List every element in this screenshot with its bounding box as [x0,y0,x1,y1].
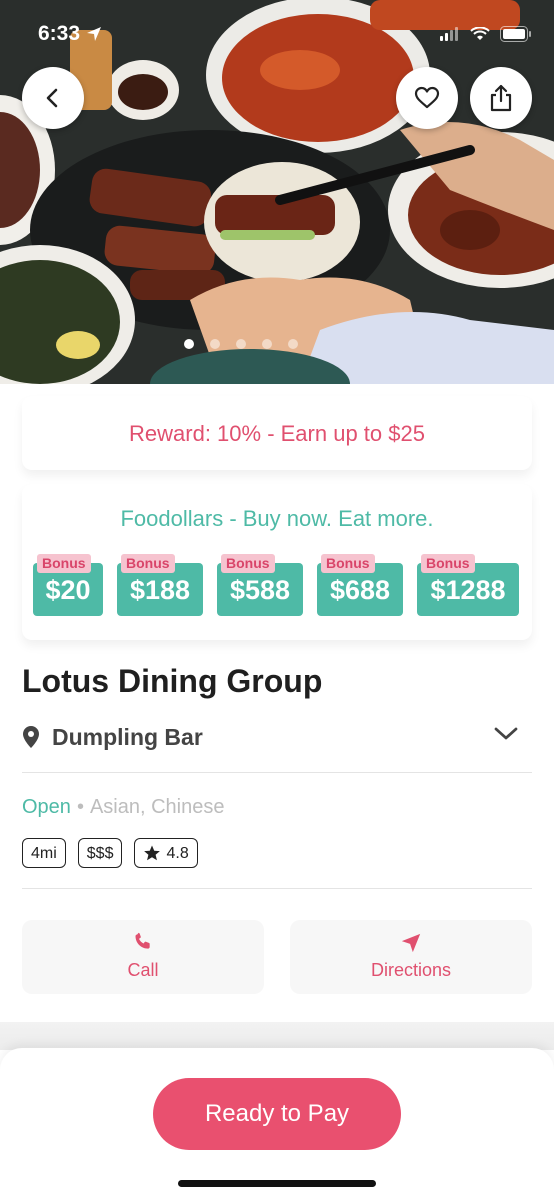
divider [22,888,532,889]
info-chips: 4mi $$$ 4.8 [22,838,198,868]
carousel-dot[interactable] [288,339,298,349]
cellular-signal-icon [440,27,458,41]
ready-to-pay-button[interactable]: Ready to Pay [153,1078,401,1150]
status-bar: 6:33 [0,0,554,70]
bonus-tag: Bonus [121,554,175,573]
distance-chip: 4mi [22,838,66,868]
foodollar-option-688[interactable]: $688 Bonus [317,554,403,616]
carousel-dot[interactable] [236,339,246,349]
back-button[interactable] [22,67,84,129]
rating-chip: 4.8 [134,838,198,868]
carousel-dot[interactable] [262,339,272,349]
restaurant-name: Lotus Dining Group [22,663,323,699]
bonus-tag: Bonus [221,554,275,573]
open-status: Open [22,796,71,818]
meta-separator: • [76,796,84,818]
map-pin-icon [23,726,39,748]
carousel-indicator[interactable] [184,339,298,349]
cuisine-text: Asian, Chinese [89,796,225,818]
location-selector[interactable]: Dumpling Bar [22,720,532,756]
reward-text: Reward: 10% - Earn up to $25 [129,421,425,446]
rating-text: 4.8 [166,844,189,862]
carousel-dot[interactable] [210,339,220,349]
foodollar-option-20[interactable]: $20 Bonus [33,554,103,616]
share-button[interactable] [470,67,532,129]
wifi-icon [470,27,490,40]
phone-icon [135,932,150,949]
status-time: 6:33 [38,22,81,45]
directions-label: Directions [370,960,452,980]
favorite-button[interactable] [396,67,458,129]
navigation-arrow-icon [401,933,421,953]
foodollars-title: Foodollars - Buy now. Eat more. [120,506,434,531]
location-name: Dumpling Bar [52,724,203,750]
chevron-left-icon [46,88,58,108]
status-icons [440,26,532,42]
foodollar-option-588[interactable]: $588 Bonus [217,554,303,616]
price-chip: $$$ [77,838,123,868]
bonus-tag: Bonus [321,554,375,573]
clock: 6:33 [38,22,102,46]
share-icon [490,84,512,112]
home-indicator [178,1180,376,1187]
heart-icon [414,86,440,109]
call-label: Call [127,960,159,980]
battery-icon [500,26,531,42]
directions-button[interactable]: Directions [290,920,532,994]
chevron-down-icon[interactable] [494,726,518,742]
reward-banner[interactable]: Reward: 10% - Earn up to $25 [22,396,532,470]
section-divider [0,1022,554,1050]
carousel-dot[interactable] [184,339,194,349]
foodollar-option-188[interactable]: $188 Bonus [117,554,203,616]
foodollars-card: Foodollars - Buy now. Eat more. $20 Bonu… [22,484,532,640]
bonus-tag: Bonus [37,554,91,573]
restaurant-meta: Open • Asian, Chinese [22,796,224,819]
bonus-tag: Bonus [421,554,475,573]
pay-label: Ready to Pay [204,1100,350,1127]
location-arrow-icon [87,27,102,41]
divider [22,772,532,773]
star-icon [144,845,161,861]
hero-image[interactable]: 6:33 [0,0,554,384]
price-text: $$$ [86,844,114,862]
foodollar-option-1288[interactable]: $1288 Bonus [417,554,519,616]
call-button[interactable]: Call [22,920,264,994]
distance-text: 4mi [31,844,57,862]
foodollars-options: $20 Bonus $188 Bonus $588 Bonus $688 Bon… [33,554,519,616]
